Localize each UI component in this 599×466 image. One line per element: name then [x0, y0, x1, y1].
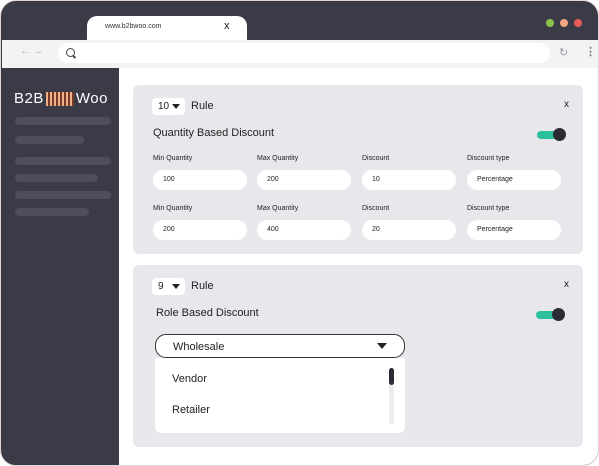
- toggle-knob: [552, 308, 565, 321]
- window-controls: [546, 19, 582, 27]
- address-bar: ←→ ↻ ⋮: [2, 40, 598, 68]
- role-select-value: Wholesale: [173, 341, 225, 353]
- field-value: 400: [267, 226, 279, 233]
- search-icon: [66, 48, 75, 57]
- discount-field[interactable]: 10: [362, 170, 456, 190]
- field-value: 10: [372, 176, 380, 183]
- role-dropdown-list: Vendor Retailer: [155, 358, 405, 433]
- rule-title: Role Based Discount: [156, 307, 259, 319]
- field-value: 100: [163, 176, 175, 183]
- sidebar-item-6[interactable]: [15, 208, 89, 216]
- min-quantity-field[interactable]: 200: [153, 220, 247, 240]
- menu-icon[interactable]: ⋮: [585, 45, 596, 58]
- rule-title: Quantity Based Discount: [153, 127, 275, 139]
- sidebar-item-2[interactable]: [15, 136, 84, 144]
- browser-tab[interactable]: www.b2bwoo.com x: [87, 16, 247, 40]
- rule-card-role: 9 Rule x Role Based Discount Wholesale V…: [133, 265, 583, 447]
- field-value: 200: [267, 176, 279, 183]
- rule-card-quantity: 10 Rule x Quantity Based Discount Min Qu…: [133, 85, 583, 254]
- close-icon[interactable]: x: [564, 279, 569, 290]
- rule-toggle[interactable]: [536, 308, 565, 321]
- rule-number-select[interactable]: 9: [152, 278, 185, 295]
- sidebar-item-5[interactable]: [15, 191, 111, 199]
- rule-toggle[interactable]: [537, 128, 566, 141]
- header-discount: Discount: [362, 155, 390, 162]
- field-value: 200: [163, 226, 175, 233]
- role-select[interactable]: Wholesale: [155, 334, 405, 358]
- browser-window: www.b2bwoo.com x ←→ ↻ ⋮ B2B Woo 10 Rule …: [0, 0, 599, 466]
- chevron-down-icon: [172, 284, 180, 289]
- role-option-retailer[interactable]: Retailer: [172, 404, 210, 416]
- header-discount-type: Discount type: [467, 155, 510, 162]
- sidebar: B2B Woo: [2, 68, 119, 465]
- max-quantity-field[interactable]: 400: [257, 220, 351, 240]
- nav-arrows-icon[interactable]: ←→: [20, 46, 46, 57]
- chevron-down-icon: [377, 343, 387, 349]
- sidebar-item-3[interactable]: [15, 157, 111, 165]
- url-input[interactable]: [58, 43, 550, 63]
- header-discount: Discount: [362, 205, 390, 212]
- logo-bars-icon: [45, 91, 74, 106]
- rule-label: Rule: [191, 280, 214, 292]
- min-quantity-field[interactable]: 100: [153, 170, 247, 190]
- window-dot-green[interactable]: [546, 19, 554, 27]
- toggle-knob: [553, 128, 566, 141]
- main-content: 10 Rule x Quantity Based Discount Min Qu…: [119, 68, 598, 465]
- logo-text-woo: Woo: [75, 90, 108, 107]
- tab-title: www.b2bwoo.com: [105, 23, 162, 30]
- field-value: Percentage: [477, 226, 513, 233]
- discount-field[interactable]: 20: [362, 220, 456, 240]
- reload-icon[interactable]: ↻: [559, 46, 568, 59]
- discount-type-field[interactable]: Percentage: [467, 170, 561, 190]
- sidebar-item-1[interactable]: [15, 117, 111, 125]
- rule-label: Rule: [191, 100, 214, 112]
- logo: B2B Woo: [14, 90, 108, 107]
- field-value: Percentage: [477, 176, 513, 183]
- header-max-quantity: Max Quantity: [257, 155, 299, 162]
- rule-number-value: 9: [158, 281, 164, 292]
- role-option-vendor[interactable]: Vendor: [172, 373, 207, 385]
- tab-close-icon[interactable]: x: [224, 20, 230, 32]
- max-quantity-field[interactable]: 200: [257, 170, 351, 190]
- window-dot-red[interactable]: [574, 19, 582, 27]
- rule-number-value: 10: [158, 101, 170, 112]
- window-dot-orange[interactable]: [560, 19, 568, 27]
- header-min-quantity: Min Quantity: [153, 155, 193, 162]
- header-min-quantity: Min Quantity: [153, 205, 193, 212]
- sidebar-item-4[interactable]: [15, 174, 98, 182]
- logo-text-b2b: B2B: [14, 90, 44, 107]
- header-max-quantity: Max Quantity: [257, 205, 299, 212]
- rule-number-select[interactable]: 10: [152, 98, 185, 115]
- close-icon[interactable]: x: [564, 99, 569, 110]
- discount-type-field[interactable]: Percentage: [467, 220, 561, 240]
- dropdown-scrollbar[interactable]: [389, 368, 394, 424]
- chevron-down-icon: [172, 104, 180, 109]
- header-discount-type: Discount type: [467, 205, 510, 212]
- field-value: 20: [372, 226, 380, 233]
- scrollbar-thumb[interactable]: [389, 368, 394, 385]
